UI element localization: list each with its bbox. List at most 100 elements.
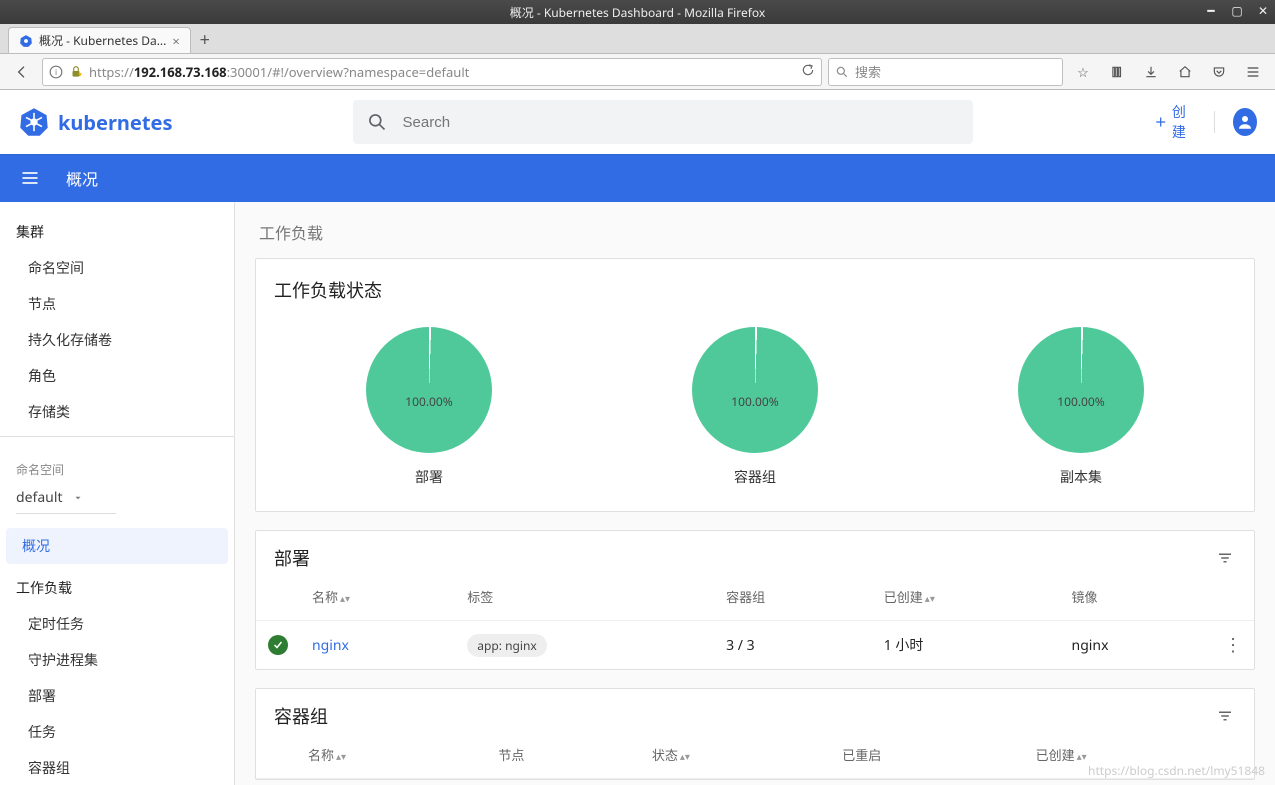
user-avatar[interactable] <box>1233 108 1257 136</box>
pct-deployments: 100.00% <box>405 393 453 410</box>
deployment-name-link[interactable]: nginx <box>312 636 349 655</box>
col-images[interactable]: 镜像 <box>1060 573 1212 621</box>
nav-toggle-icon[interactable] <box>18 166 42 190</box>
donut-replicasets: 100.00% <box>1018 327 1144 453</box>
create-button[interactable]: 创建 <box>1153 102 1196 142</box>
label-chip: app: nginx <box>467 634 547 657</box>
maximize-button[interactable]: ▢ <box>1231 4 1243 16</box>
sidebar-group-cluster: 集群 <box>0 212 234 250</box>
col-created[interactable]: 已创建▴▾ <box>872 573 1060 621</box>
row-menu-icon[interactable]: ⋮ <box>1224 633 1242 657</box>
page-banner: 概况 <box>0 154 1275 202</box>
table-row: nginx app: nginx 3 / 3 1 小时 nginx ⋮ <box>256 621 1254 670</box>
k8s-logo[interactable]: kubernetes <box>18 106 173 138</box>
sort-icon: ▴▾ <box>340 591 350 605</box>
address-bar[interactable]: i https://192.168.73.168:30001/#!/overvi… <box>42 58 822 86</box>
col-name[interactable]: 名称▴▾ <box>296 731 486 779</box>
caption-deployments: 部署 <box>415 467 443 487</box>
deployments-card-title: 部署 <box>274 545 310 571</box>
col-status[interactable]: 状态▴▾ <box>640 731 830 779</box>
pods-table: 名称▴▾ 节点 状态▴▾ 已重启 已创建▴▾ <box>256 731 1254 779</box>
refresh-icon[interactable] <box>801 63 815 81</box>
sidebar-item-roles[interactable]: 角色 <box>0 358 234 394</box>
deployments-table: 名称▴▾ 标签 容器组 已创建▴▾ 镜像 nginx app: nginx 3 … <box>256 573 1254 669</box>
os-titlebar: 概况 - Kubernetes Dashboard - Mozilla Fire… <box>0 0 1275 24</box>
kubernetes-favicon-icon <box>19 34 33 48</box>
deployments-card: 部署 名称▴▾ 标签 容器组 已创建▴▾ 镜像 ngi <box>255 530 1255 670</box>
donut-pods: 100.00% <box>692 327 818 453</box>
cell-created: 1 小时 <box>872 621 1060 670</box>
pocket-icon[interactable] <box>1205 58 1233 86</box>
caption-replicasets: 副本集 <box>1060 467 1102 487</box>
search-input[interactable] <box>403 114 959 131</box>
chart-pods: 100.00% 容器组 <box>692 327 818 487</box>
plus-icon <box>1153 113 1168 131</box>
sidebar-item-deployments[interactable]: 部署 <box>0 678 234 714</box>
lock-warn-icon <box>69 65 83 79</box>
library-icon[interactable] <box>1103 58 1131 86</box>
search-placeholder: 搜索 <box>855 62 881 81</box>
dashboard-topbar: kubernetes 创建 <box>0 90 1275 154</box>
col-name[interactable]: 名称▴▾ <box>300 573 455 621</box>
browser-tab[interactable]: 概况 - Kubernetes Da... × <box>8 27 191 53</box>
sidebar-item-cronjobs[interactable]: 定时任务 <box>0 606 234 642</box>
col-restarts[interactable]: 已重启 <box>830 731 1023 779</box>
person-icon <box>1236 113 1254 131</box>
status-card: 工作负载状态 100.00% 部署 100.00% 容器组 100.00% 副本… <box>255 258 1255 512</box>
sidebar-item-pods[interactable]: 容器组 <box>0 750 234 785</box>
col-pods[interactable]: 容器组 <box>714 573 872 621</box>
downloads-icon[interactable] <box>1137 58 1165 86</box>
namespace-selector[interactable]: default <box>16 488 116 514</box>
close-button[interactable]: ✕ <box>1257 4 1269 16</box>
pct-replicasets: 100.00% <box>1057 393 1105 410</box>
status-card-title: 工作负载状态 <box>256 259 1254 307</box>
sidebar-item-jobs[interactable]: 任务 <box>0 714 234 750</box>
chevron-down-icon <box>73 493 83 503</box>
window-title: 概况 - Kubernetes Dashboard - Mozilla Fire… <box>510 4 766 21</box>
col-created[interactable]: 已创建▴▾ <box>1024 731 1254 779</box>
sidebar-item-namespaces[interactable]: 命名空间 <box>0 250 234 286</box>
create-label: 创建 <box>1172 102 1196 142</box>
main-content[interactable]: 工作负载 工作负载状态 100.00% 部署 100.00% 容器组 100.0… <box>235 202 1275 785</box>
home-icon[interactable] <box>1171 58 1199 86</box>
cell-pods: 3 / 3 <box>714 621 872 670</box>
new-tab-button[interactable]: + <box>191 27 219 53</box>
back-button[interactable] <box>8 58 36 86</box>
hamburger-menu-icon[interactable] <box>1239 58 1267 86</box>
sidebar: 集群 命名空间 节点 持久化存储卷 角色 存储类 命名空间 default 概况… <box>0 202 235 785</box>
pods-card: 容器组 名称▴▾ 节点 状态▴▾ 已重启 已创建▴▾ <box>255 688 1255 780</box>
minimize-button[interactable]: ━ <box>1205 4 1217 16</box>
search-icon <box>367 112 387 132</box>
sort-icon: ▴▾ <box>925 591 935 605</box>
bookmark-star-icon[interactable]: ☆ <box>1069 58 1097 86</box>
url-text: https://192.168.73.168:30001/#!/overview… <box>89 63 469 81</box>
dashboard-body: 集群 命名空间 节点 持久化存储卷 角色 存储类 命名空间 default 概况… <box>0 202 1275 785</box>
tab-title: 概况 - Kubernetes Da... <box>39 32 166 49</box>
dashboard-search[interactable] <box>353 100 973 144</box>
namespace-value: default <box>16 488 63 507</box>
window-controls: ━ ▢ ✕ <box>1205 4 1269 16</box>
namespace-selector-label: 命名空间 <box>0 443 234 484</box>
tab-close-icon[interactable]: × <box>172 32 179 50</box>
col-labels[interactable]: 标签 <box>455 573 714 621</box>
sidebar-item-storageclass[interactable]: 存储类 <box>0 394 234 430</box>
cell-image: nginx <box>1060 621 1212 670</box>
sidebar-group-workloads: 工作负载 <box>0 568 234 606</box>
topbar-right: 创建 <box>1153 102 1257 142</box>
kubernetes-icon <box>18 106 50 138</box>
page-title: 概况 <box>66 166 98 190</box>
sidebar-item-daemonsets[interactable]: 守护进程集 <box>0 642 234 678</box>
filter-icon[interactable] <box>1214 547 1236 569</box>
col-node[interactable]: 节点 <box>486 731 639 779</box>
filter-icon[interactable] <box>1214 705 1236 727</box>
status-charts: 100.00% 部署 100.00% 容器组 100.00% 副本集 <box>256 307 1254 511</box>
browser-search-box[interactable]: 搜索 <box>828 58 1063 86</box>
browser-tab-strip: 概况 - Kubernetes Da... × + <box>0 24 1275 54</box>
sidebar-item-overview[interactable]: 概况 <box>6 528 228 564</box>
search-icon <box>835 65 849 79</box>
workloads-section-label: 工作负载 <box>259 220 1255 244</box>
sidebar-item-nodes[interactable]: 节点 <box>0 286 234 322</box>
info-icon: i <box>49 65 63 79</box>
sidebar-item-pv[interactable]: 持久化存储卷 <box>0 322 234 358</box>
pct-pods: 100.00% <box>731 393 779 410</box>
